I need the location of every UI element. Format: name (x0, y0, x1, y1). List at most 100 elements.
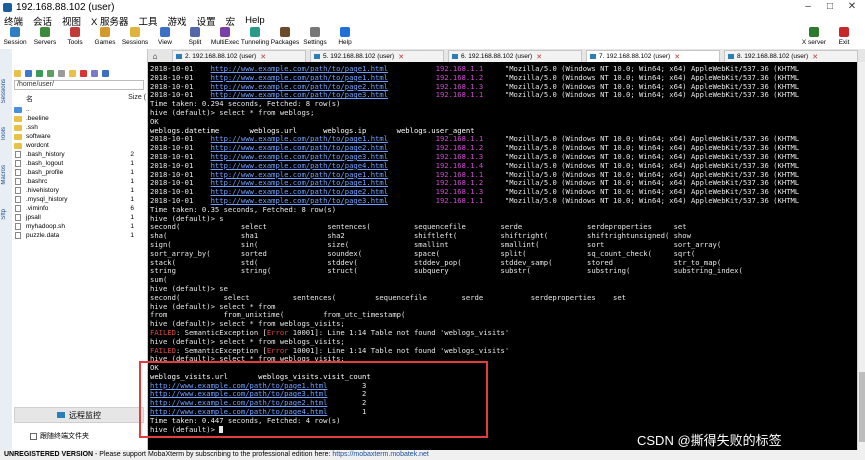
file-size: 1 (130, 223, 134, 230)
terminal-icon (728, 54, 734, 59)
session-tab[interactable]: 2. 192.168.88.102 (user) ✕ (172, 50, 306, 62)
sidebar-tab-sftp[interactable]: Sftp (1, 209, 11, 220)
file-list-item[interactable]: .. (14, 105, 146, 114)
file-list-item[interactable]: .ssh (14, 123, 146, 132)
permissions-icon[interactable] (102, 69, 109, 77)
file-list-item[interactable]: .viminfo 6 (14, 204, 146, 213)
terminal-scrollbar[interactable] (857, 62, 865, 450)
terminal-text: "Mozilla/5.0 (Windows NT 10.0; Win64; x6… (483, 178, 800, 188)
toolbar-tools-button[interactable]: Tools (60, 27, 90, 49)
menu-item[interactable]: 会话 (33, 14, 52, 28)
file-list-item[interactable]: .bash_profile 1 (14, 168, 146, 177)
remote-monitoring-button[interactable]: 远程监控 (14, 407, 144, 423)
toolbar-exit-button[interactable]: Exit (829, 27, 859, 49)
games-icon (100, 27, 110, 37)
sidebar-tab-sessions[interactable]: Sessions (1, 79, 11, 103)
terminal-ip: 192.168.1.1 (435, 64, 484, 73)
toolbar-multiexec-button[interactable]: MultiExec (210, 27, 240, 49)
session-tab[interactable]: 7. 192.168.88.102 (user) ✕ (586, 50, 720, 62)
file-list-item[interactable]: wordcnt (14, 141, 146, 150)
file-list-item[interactable]: .bashrc 1 (14, 177, 146, 186)
file-name: .bash_profile (26, 169, 64, 176)
toolbar-servers-button[interactable]: Servers (30, 27, 60, 49)
refresh-icon[interactable] (47, 69, 54, 77)
terminal-text: "Mozilla/5.0 (Windows NT 10.0; Win64; x6… (483, 134, 800, 144)
file-size: 1 (130, 187, 134, 194)
sidebar-tab-macros[interactable]: Macros (1, 165, 11, 185)
menu-item[interactable]: 宏 (226, 14, 236, 28)
terminal-line: sum( (150, 275, 857, 285)
file-list-item[interactable]: .bash_history 2 (14, 150, 146, 159)
toolbar-packages-button[interactable]: Packages (270, 27, 300, 49)
file-list-item[interactable]: myhadoop.sh 1 (14, 222, 146, 231)
maximize-icon[interactable]: □ (819, 0, 841, 14)
subscribe-link[interactable]: https://mobaxterm.mobatek.net (332, 451, 429, 458)
terminal-text: hive (default)> select * from weblogs_vi… (150, 319, 345, 329)
file-list-item[interactable]: .beeline (14, 114, 146, 123)
toolbar-split-button[interactable]: Split (180, 27, 210, 49)
terminal-text: "Mozilla/5.0 (Windows NT 10.0; Win64; x6… (483, 90, 800, 100)
column-size[interactable]: Size ( (128, 94, 146, 104)
toolbar-label: Session (3, 39, 27, 46)
close-icon[interactable]: ✕ (841, 0, 863, 14)
scrollbar-thumb[interactable] (859, 372, 865, 442)
menu-item[interactable]: 工具 (139, 14, 158, 28)
menu-item[interactable]: X 服务器 (91, 14, 128, 28)
session-tab[interactable]: 6. 192.168.88.102 (user) ✕ (448, 50, 582, 62)
toolbar-tunneling-button[interactable]: Tunneling (240, 27, 270, 49)
menu-item[interactable]: 游戏 (168, 14, 187, 28)
file-icon (15, 196, 21, 203)
close-tab-icon[interactable]: ✕ (398, 53, 404, 61)
terminal-text: 2018-10-01 (150, 143, 211, 153)
column-name[interactable]: 名 (26, 94, 33, 104)
close-tab-icon[interactable]: ✕ (812, 53, 818, 61)
file-list-item[interactable]: jpsall 1 (14, 213, 146, 222)
sidebar-tab-tools[interactable]: Tools (1, 127, 11, 141)
toolbar-settings-button[interactable]: Settings (300, 27, 330, 49)
menu-item[interactable]: 设置 (197, 14, 216, 28)
file-list-item[interactable]: .hivehistory 1 (14, 186, 146, 195)
menu-item[interactable]: 终端 (4, 14, 23, 28)
toolbar-sessions-button[interactable]: Sessions (120, 27, 150, 49)
toolbar-x-server-button[interactable]: X server (799, 27, 829, 49)
file-list-item[interactable]: .mysql_history 1 (14, 195, 146, 204)
file-name: .beeline (26, 115, 49, 122)
close-tab-icon[interactable]: ✕ (536, 53, 542, 61)
toolbar-view-button[interactable]: View (150, 27, 180, 49)
toolbar-games-button[interactable]: Games (90, 27, 120, 49)
file-name: .mysql_history (26, 196, 68, 203)
file-list-item[interactable]: .bash_logout 1 (14, 159, 146, 168)
menu-item[interactable]: Help (245, 15, 265, 26)
close-tab-icon[interactable]: ✕ (674, 53, 680, 61)
toolbar-session-button[interactable]: Session (0, 27, 30, 49)
home-tab-icon[interactable]: ⌂ (148, 50, 162, 62)
upload-icon[interactable] (36, 69, 43, 77)
rename-icon[interactable] (91, 69, 98, 77)
download-icon[interactable] (25, 69, 32, 77)
menu-item[interactable]: 视图 (62, 14, 81, 28)
new-file-icon[interactable] (58, 69, 65, 77)
path-field[interactable]: /home/user/ (14, 80, 144, 90)
terminal-text: hive (default)> s (150, 213, 224, 223)
up-folder-icon[interactable] (14, 69, 21, 77)
new-folder-icon[interactable] (69, 69, 76, 77)
file-list-item[interactable]: software (14, 132, 146, 141)
toolbar-label: Help (338, 39, 352, 46)
sftp-toolbar (14, 67, 146, 79)
follow-terminal-option[interactable]: 跟随终端文件夹 (30, 431, 89, 441)
terminal-icon (176, 54, 182, 59)
terminal-error: FAILED (150, 327, 176, 337)
file-name: jpsall (26, 214, 41, 221)
minimize-icon[interactable]: – (797, 0, 819, 14)
terminal-ip: 192.168.1.3 (435, 151, 484, 161)
toolbar-help-button[interactable]: Help (330, 27, 360, 49)
terminal-text: sum( (150, 275, 168, 285)
close-tab-icon[interactable]: ✕ (260, 53, 266, 61)
session-tab[interactable]: 8. 192.168.88.102 (user) ✕ (724, 50, 858, 62)
file-list-item[interactable]: puzzle.data 1 (14, 231, 146, 240)
delete-icon[interactable] (80, 69, 87, 77)
follow-terminal-checkbox[interactable] (30, 432, 37, 440)
session-tab[interactable]: 5. 192.168.88.102 (user) ✕ (310, 50, 444, 62)
